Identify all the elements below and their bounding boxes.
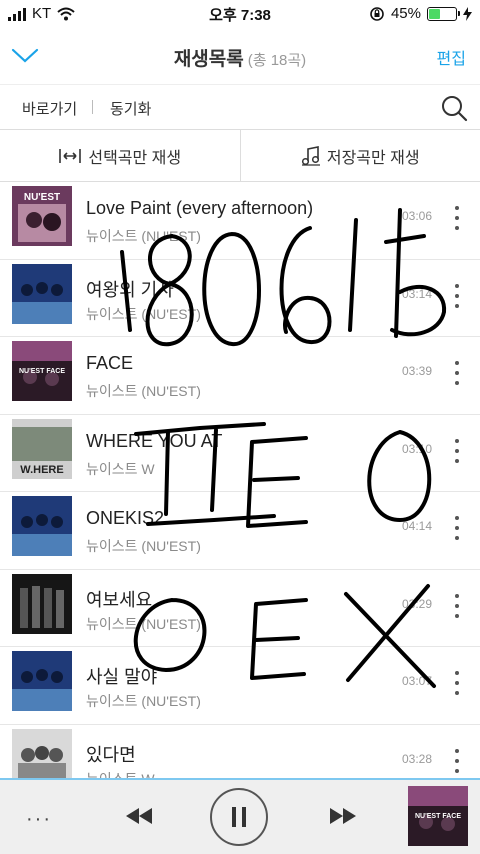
song-row[interactable]: 여보세요 뉴이스트 (NU'EST) 03:29	[0, 570, 480, 647]
player-more-button[interactable]: ···	[26, 808, 52, 831]
shortcut-button[interactable]: 바로가기	[22, 98, 77, 119]
page-title: 재생목록 (총 18곡)	[0, 44, 480, 71]
music-note-icon	[301, 145, 320, 166]
song-artist: 뉴이스트 (NU'EST)	[86, 693, 201, 709]
song-row[interactable]: NU'EST Love Paint (every afternoon) 뉴이스트…	[0, 182, 480, 260]
song-duration: 03:14	[401, 286, 432, 301]
now-playing-art-text: NU'EST FACE	[415, 813, 461, 820]
song-row[interactable]: NU'EST FACE FACE 뉴이스트 (NU'EST) 03:39	[0, 337, 480, 415]
previous-icon[interactable]	[124, 806, 154, 826]
mini-player: ··· NU'EST FACE	[0, 778, 480, 854]
more-vertical-icon[interactable]	[452, 668, 462, 698]
more-vertical-icon[interactable]	[452, 746, 462, 776]
album-art: NU'EST FACE	[12, 341, 72, 401]
song-duration: 03:28	[401, 751, 432, 766]
album-art: W.HERE	[12, 418, 72, 479]
song-title: ONEKIS2	[86, 508, 165, 528]
charging-icon	[463, 6, 472, 21]
more-vertical-icon[interactable]	[452, 358, 462, 388]
status-bar: KT 오후 7:38 45%	[0, 0, 480, 28]
song-artist: 뉴이스트 (NU'EST)	[86, 305, 201, 322]
song-artist: 뉴이스트 W	[86, 460, 155, 477]
album-art-text: W.HERE	[20, 464, 63, 476]
play-selected-button[interactable]: 선택곡만 재생	[0, 130, 240, 181]
header: 재생목록 (총 18곡) 편집	[0, 28, 480, 84]
song-list: NU'EST Love Paint (every afternoon) 뉴이스트…	[0, 182, 480, 802]
album-art	[12, 263, 72, 324]
song-artist: 뉴이스트 (NU'EST)	[86, 615, 201, 632]
song-duration: 04:14	[401, 519, 432, 533]
more-vertical-icon[interactable]	[452, 436, 462, 466]
range-select-icon	[59, 148, 82, 163]
song-row[interactable]: W.HERE WHERE YOU AT 뉴이스트 W 03:10	[0, 415, 480, 492]
play-saved-label: 저장곡만 재생	[326, 149, 420, 167]
song-title: 여왕의 기사	[86, 279, 174, 300]
song-title: 여보세요	[86, 589, 153, 610]
album-art	[12, 651, 72, 711]
song-row[interactable]: 사실 말야 뉴이스트 (NU'EST) 03:07	[0, 647, 480, 725]
song-title: FACE	[86, 353, 134, 373]
now-playing-album-art[interactable]: NU'EST FACE	[408, 786, 468, 846]
more-vertical-icon[interactable]	[452, 281, 462, 311]
search-icon[interactable]	[440, 94, 468, 122]
pause-icon	[232, 807, 246, 827]
song-row[interactable]: 여왕의 기사 뉴이스트 (NU'EST) 03:14	[0, 260, 480, 337]
album-art-text: NU'EST FACE	[19, 368, 65, 375]
pause-button[interactable]	[210, 788, 268, 846]
album-art: NU'EST	[12, 186, 72, 246]
more-vertical-icon[interactable]	[452, 203, 462, 233]
song-duration: 03:10	[401, 441, 432, 456]
song-title: 사실 말야	[86, 667, 158, 687]
song-row[interactable]: ONEKIS2 뉴이스트 (NU'EST) 04:14	[0, 492, 480, 570]
status-right: 45%	[369, 5, 472, 22]
more-vertical-icon[interactable]	[452, 591, 462, 621]
play-options: 선택곡만 재생 저장곡만 재생	[0, 130, 480, 182]
song-title: WHERE YOU AT	[86, 430, 223, 451]
page-title-text: 재생목록	[173, 49, 244, 70]
song-artist: 뉴이스트 (NU'EST)	[86, 228, 201, 244]
track-count: (총 18곡)	[247, 52, 307, 69]
edit-button[interactable]: 편집	[437, 45, 466, 69]
subnav-divider	[92, 100, 93, 114]
song-duration: 03:29	[401, 596, 432, 611]
battery-icon	[427, 6, 460, 21]
song-duration: 03:06	[401, 209, 432, 223]
song-artist: 뉴이스트 (NU'EST)	[86, 383, 201, 399]
rotation-lock-icon	[370, 6, 384, 21]
album-art	[12, 496, 72, 556]
subnav: 바로가기 동기화	[0, 84, 480, 130]
song-title: 있다면	[86, 744, 136, 765]
song-artist: 뉴이스트 (NU'EST)	[86, 538, 201, 554]
more-vertical-icon[interactable]	[452, 513, 462, 543]
next-icon[interactable]	[328, 806, 358, 826]
song-duration: 03:07	[401, 674, 432, 688]
song-title: Love Paint (every afternoon)	[86, 198, 314, 218]
song-duration: 03:39	[401, 364, 432, 378]
battery-percent: 45%	[390, 5, 421, 22]
play-selected-label: 선택곡만 재생	[88, 149, 182, 167]
play-saved-button[interactable]: 저장곡만 재생	[239, 130, 480, 181]
album-art-text: NU'EST	[24, 192, 60, 203]
album-art	[12, 573, 72, 634]
sync-button[interactable]: 동기화	[110, 98, 151, 119]
